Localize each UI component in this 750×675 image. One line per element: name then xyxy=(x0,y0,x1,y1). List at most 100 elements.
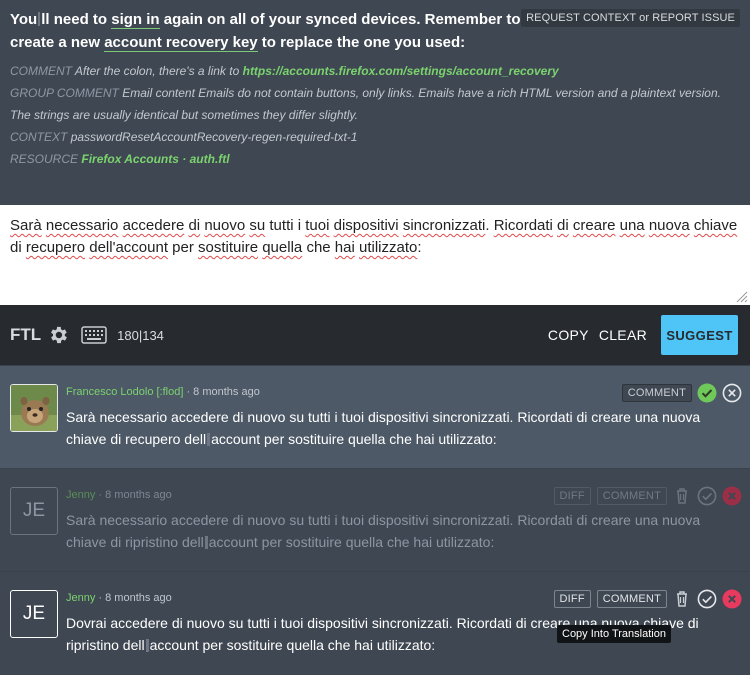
ftl-label: FTL xyxy=(10,325,42,344)
metadata: COMMENT After the colon, there's a link … xyxy=(10,60,740,170)
gear-icon[interactable] xyxy=(47,324,69,346)
entry-text-part: account per sostituire quella che hai ut… xyxy=(149,637,436,653)
user-link[interactable]: Jenny xyxy=(66,489,95,501)
context-row: CONTEXT passwordResetAccountRecovery-reg… xyxy=(10,126,740,148)
apostrophe-marker xyxy=(207,433,211,446)
editor-word: chiave xyxy=(693,217,738,234)
timestamp: · 8 months ago xyxy=(183,386,260,398)
editor-word: una xyxy=(619,217,645,234)
placeable-account-recovery-key: account recovery key xyxy=(104,34,258,52)
editor-word: creare xyxy=(572,217,616,234)
user-link[interactable]: Jenny xyxy=(66,592,95,604)
original-string: You ll need to sign in again on all of yo… xyxy=(10,8,540,54)
group-comment-label: GROUP COMMENT xyxy=(10,86,119,100)
avatar-photo-icon xyxy=(11,385,57,431)
apostrophe-marker xyxy=(204,536,208,549)
resource-project-link[interactable]: Firefox Accounts xyxy=(81,152,179,166)
entry-text-part: account per sostituire quella che hai ut… xyxy=(208,534,495,550)
original-text: to replace the one you used: xyxy=(257,34,466,51)
avatar[interactable] xyxy=(10,384,58,432)
editor-word: nuova xyxy=(648,217,690,234)
keyboard-icon[interactable] xyxy=(81,326,107,344)
group-comment-row: GROUP COMMENT Email content Emails do no… xyxy=(10,82,740,126)
resource-file-link[interactable]: auth.ftl xyxy=(190,152,230,166)
editor-word: dell'account xyxy=(89,239,168,256)
apostrophe-marker xyxy=(145,639,149,652)
original-text: You xyxy=(10,11,38,28)
history-entry[interactable]: JE Jenny · 8 months ago Sarà necessario … xyxy=(0,468,750,571)
copy-button[interactable]: COPY xyxy=(548,327,589,343)
editor-word: su xyxy=(249,217,266,234)
approve-check-icon[interactable] xyxy=(697,383,717,403)
entry-actions: DIFF COMMENT xyxy=(548,589,742,609)
placeable-sign-in: sign in xyxy=(111,11,160,29)
diff-button[interactable]: DIFF xyxy=(553,487,591,505)
trash-icon[interactable] xyxy=(672,589,692,609)
timestamp: · 8 months ago xyxy=(95,489,172,501)
editor-word: Ricordati xyxy=(493,217,553,234)
editor-word: di xyxy=(188,217,201,234)
comment-row: COMMENT After the colon, there's a link … xyxy=(10,60,740,82)
source-panel: You ll need to sign in again on all of yo… xyxy=(0,0,750,205)
comment-button[interactable]: COMMENT xyxy=(596,590,667,608)
comment-button[interactable]: COMMENT xyxy=(621,384,692,402)
entry-text: Sarà necessario accedere di nuovo su tut… xyxy=(66,406,738,450)
comment-label: COMMENT xyxy=(10,64,72,78)
editor-word: di xyxy=(10,239,22,256)
history-entry[interactable]: JE Jenny · 8 months ago Dovrai accedere … xyxy=(0,571,750,675)
editor-word: Sarà xyxy=(10,217,42,234)
editor-word: hai xyxy=(334,239,355,256)
trash-icon[interactable] xyxy=(672,486,692,506)
reject-close-icon[interactable] xyxy=(722,383,742,403)
editor-word: recupero xyxy=(25,239,86,256)
timestamp: · 8 months ago xyxy=(95,592,172,604)
editor-word: tuoi xyxy=(305,217,330,234)
editor-word: tutti i xyxy=(269,217,302,234)
editor-word: : xyxy=(417,239,422,256)
approve-check-icon[interactable] xyxy=(697,486,717,506)
request-context-button[interactable]: REQUEST CONTEXT or REPORT ISSUE xyxy=(521,9,740,27)
entry-actions: DIFF COMMENT xyxy=(548,486,742,506)
editor-word: . xyxy=(485,217,494,234)
editor-word: quella xyxy=(262,239,303,256)
translation-text[interactable]: Sarà necessario accedere di nuovo su tut… xyxy=(10,215,740,259)
suggest-button[interactable]: SUGGEST xyxy=(661,315,738,355)
resize-grip-icon[interactable] xyxy=(736,291,748,303)
entry-actions: COMMENT xyxy=(616,383,742,403)
history-entry[interactable]: Francesco Lodolo [:flod] · 8 months ago … xyxy=(0,365,750,468)
editor-word: di xyxy=(557,217,569,234)
reject-close-icon[interactable] xyxy=(722,589,742,609)
editor-word: necessario xyxy=(45,217,119,234)
editor-word: nuovo xyxy=(204,217,246,234)
clear-button[interactable]: CLEAR xyxy=(599,327,647,343)
character-counter: 180|134 xyxy=(117,327,164,343)
avatar[interactable]: JE xyxy=(10,487,58,535)
editor-word: che xyxy=(306,239,331,256)
context-text: passwordResetAccountRecovery-regen-requi… xyxy=(70,130,358,144)
comment-link[interactable]: https://accounts.firefox.com/settings/ac… xyxy=(243,64,559,78)
apostrophe-marker xyxy=(38,12,41,26)
resource-separator: · xyxy=(178,152,190,166)
comment-text: After the colon, there's a link to xyxy=(74,64,243,78)
avatar[interactable]: JE xyxy=(10,590,58,638)
translation-editor[interactable]: Sarà necessario accedere di nuovo su tut… xyxy=(0,205,750,305)
editor-word: per xyxy=(172,239,194,256)
reject-close-icon[interactable] xyxy=(722,486,742,506)
resource-row: RESOURCE Firefox Accounts · auth.ftl xyxy=(10,148,740,170)
editor-word: accedere xyxy=(122,217,185,234)
context-label: CONTEXT xyxy=(10,130,68,144)
entry-text-part: account per sostituire quella che hai ut… xyxy=(211,431,497,447)
editor-word: utilizzato xyxy=(359,239,418,256)
diff-button[interactable]: DIFF xyxy=(553,590,591,608)
editor-word: dispositivi xyxy=(333,217,399,234)
editor-word: sostituire xyxy=(198,239,259,256)
approve-check-icon[interactable] xyxy=(697,589,717,609)
original-text: ll need to xyxy=(41,11,112,28)
copy-into-translation-tooltip: Copy Into Translation xyxy=(557,625,671,643)
comment-button[interactable]: COMMENT xyxy=(596,487,667,505)
entry-text: Sarà necessario accedere di nuovo su tut… xyxy=(66,509,738,553)
editor-toolbar: FTL 180|134 COPY CLEAR SUGGEST xyxy=(0,305,750,365)
user-link[interactable]: Francesco Lodolo [:flod] xyxy=(66,386,183,398)
resource-label: RESOURCE xyxy=(10,152,79,166)
editor-word: sincronizzati xyxy=(402,217,486,234)
